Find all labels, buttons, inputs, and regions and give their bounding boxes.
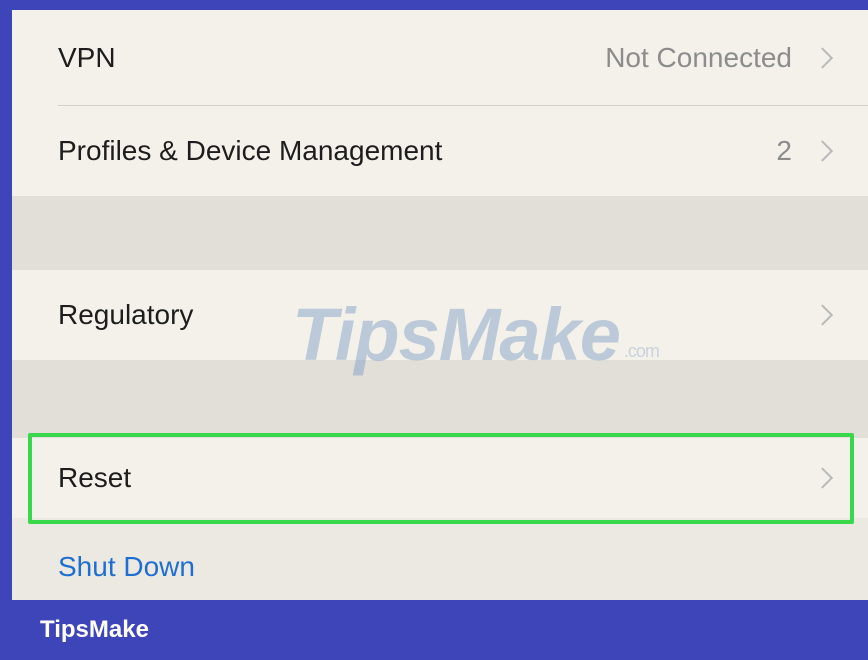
screenshot-frame: VPN Not Connected Profiles & Device Mana… (0, 0, 868, 660)
footer-banner: TipsMake (0, 600, 868, 660)
settings-row-value: 2 (776, 135, 792, 166)
settings-row-label: Regulatory (58, 299, 194, 330)
settings-screen: VPN Not Connected Profiles & Device Mana… (12, 10, 868, 600)
top-border (12, 0, 868, 10)
settings-row-label: Profiles & Device Management (58, 135, 443, 166)
section-spacer (12, 196, 868, 270)
settings-row-regulatory[interactable]: Regulatory (12, 270, 868, 360)
chevron-right-icon (811, 140, 834, 162)
section-spacer (12, 360, 868, 438)
chevron-right-icon (811, 304, 834, 326)
chevron-right-icon (811, 47, 834, 69)
reset-highlight-box (28, 433, 854, 524)
footer-brand: TipsMake (40, 616, 149, 643)
settings-row-label: VPN (58, 42, 116, 73)
settings-row-value: Not Connected (605, 42, 792, 73)
shut-down-link[interactable]: Shut Down (58, 551, 195, 583)
left-border (0, 0, 12, 660)
settings-row-vpn[interactable]: VPN Not Connected (12, 10, 868, 106)
settings-row-profiles-device-management[interactable]: Profiles & Device Management 2 (12, 106, 868, 196)
